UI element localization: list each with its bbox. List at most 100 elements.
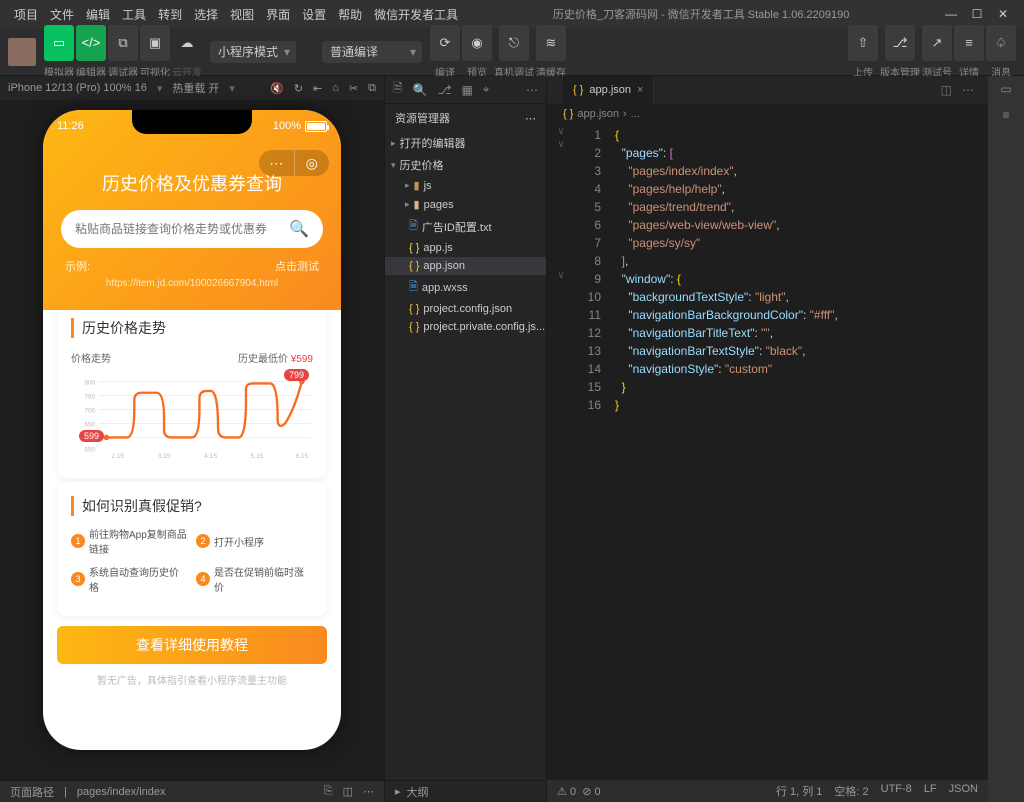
tree-file-projpriv[interactable]: { }project.private.config.js... — [385, 318, 546, 336]
encoding[interactable]: UTF-8 — [881, 783, 912, 799]
status-err-icon[interactable]: ⊘ — [582, 786, 591, 798]
search-input[interactable] — [75, 222, 289, 236]
breadcrumb[interactable]: { }app.json›... — [547, 104, 988, 124]
tree-root[interactable]: ▾历史价格 — [385, 154, 546, 176]
menu-edit[interactable]: 编辑 — [80, 6, 116, 23]
cut-icon[interactable]: ✂ — [349, 82, 358, 95]
search-panel-icon[interactable]: 🔍 — [413, 83, 428, 97]
explorer-more-icon[interactable]: ⋯ — [525, 112, 536, 125]
debugger-button[interactable]: ⧉ — [108, 25, 138, 61]
search-box[interactable]: 🔍 — [61, 210, 323, 248]
maximize-button[interactable]: ☐ — [964, 7, 990, 21]
compile-dropdown[interactable]: 普通编译 — [322, 41, 422, 63]
tree-file-ad[interactable]: 🗎广告ID配置.txt — [385, 214, 546, 239]
svg-text:5.15: 5.15 — [251, 453, 264, 460]
tree-file-appjson[interactable]: { }app.json — [385, 257, 546, 275]
test-account-button[interactable]: ↗ — [922, 25, 952, 61]
svg-text:800: 800 — [84, 379, 95, 386]
chart-legend: 价格走势 — [71, 350, 111, 365]
capsule-close-icon[interactable]: ◎ — [295, 150, 330, 176]
menu-help[interactable]: 帮助 — [332, 6, 368, 23]
ext-icon[interactable]: ▦ — [461, 83, 472, 97]
device-selector[interactable]: iPhone 12/13 (Pro) 100% 16 — [8, 82, 147, 94]
mute-icon[interactable]: 🔇 — [270, 82, 284, 95]
svg-text:4.15: 4.15 — [204, 453, 217, 460]
menu-project[interactable]: 项目 — [8, 6, 44, 23]
trend-card: 历史价格走势 价格走势 历史最低价 ¥599 599 799 — [57, 304, 327, 478]
menu-view[interactable]: 视图 — [224, 6, 260, 23]
phone-battery: 100% — [273, 120, 327, 132]
back-icon[interactable]: ⇤ — [313, 82, 322, 95]
tree-folder-js[interactable]: ▸▮js — [385, 176, 546, 195]
editor-tab-appjson[interactable]: { }app.json× — [563, 76, 654, 104]
outline-title[interactable]: 大纲 — [407, 784, 429, 800]
tab-close-icon[interactable]: × — [637, 84, 643, 96]
search-icon[interactable]: 🔍 — [289, 219, 309, 239]
tutorial-button[interactable]: 查看详细使用教程 — [57, 626, 327, 664]
rotate-icon[interactable]: ↻ — [294, 82, 303, 95]
remote-debug-button[interactable]: ⎋ — [499, 25, 529, 61]
page-path[interactable]: pages/index/index — [77, 786, 166, 798]
preview-button[interactable]: ◉ — [462, 25, 492, 61]
home-icon[interactable]: ⌂ — [332, 82, 339, 94]
git-icon[interactable]: ⎇ — [438, 83, 452, 97]
price-chart: 599 799 800750700650600550 2.153.154.155… — [71, 369, 313, 464]
simulator-panel: iPhone 12/13 (Pro) 100% 16 ▾ 热重载 开 ▾ 🔇 ↻… — [0, 76, 385, 802]
menu-tools[interactable]: 工具 — [116, 6, 152, 23]
tree-folder-pages[interactable]: ▸▮pages — [385, 195, 546, 214]
close-button[interactable]: ✕ — [990, 7, 1016, 21]
lang-mode[interactable]: JSON — [949, 783, 978, 799]
code-editor[interactable]: ∨∨ ∨ 12345678910111213141516 { "pages": … — [547, 124, 988, 780]
details-button[interactable]: ≡ — [954, 25, 984, 61]
menu-devtools[interactable]: 微信开发者工具 — [368, 6, 464, 23]
avatar[interactable] — [8, 38, 36, 66]
eol[interactable]: LF — [924, 783, 937, 799]
capsule-menu[interactable]: ⋯◎ — [259, 150, 329, 176]
explorer-icon[interactable]: 🗎 — [393, 79, 403, 100]
more-icon[interactable]: ⋯ — [363, 785, 374, 798]
menu-interface[interactable]: 界面 — [260, 6, 296, 23]
split-icon[interactable]: ◫ — [941, 83, 952, 97]
copy-icon[interactable]: ⎘ — [324, 785, 333, 798]
phone-time: 11:26 — [57, 120, 84, 132]
tree-file-projconf[interactable]: { }project.config.json — [385, 300, 546, 318]
tree-open-editors[interactable]: ▸打开的编辑器 — [385, 132, 546, 154]
test-link[interactable]: 点击测试 — [275, 258, 319, 274]
status-warn-icon[interactable]: ⚠ — [557, 786, 567, 798]
clear-cache-button[interactable]: ≋ — [536, 25, 566, 61]
menu-goto[interactable]: 转到 — [152, 6, 188, 23]
simulator-button[interactable]: ▭ — [44, 25, 74, 61]
version-button[interactable]: ⎇ — [885, 25, 915, 61]
right-tool-1-icon[interactable]: ▭ — [1000, 82, 1011, 96]
compile-button[interactable]: ⟳ — [430, 25, 460, 61]
scene-icon[interactable]: ◫ — [343, 785, 353, 798]
upload-button[interactable]: ⇧ — [848, 25, 878, 61]
visualizer-button[interactable]: ▣ — [140, 25, 170, 61]
notify-button[interactable]: ♤ — [986, 25, 1016, 61]
menu-file[interactable]: 文件 — [44, 6, 80, 23]
cloud-button[interactable]: ☁ — [172, 25, 202, 61]
minimize-button[interactable]: — — [938, 7, 964, 21]
menu-select[interactable]: 选择 — [188, 6, 224, 23]
bug-icon[interactable]: ⌖ — [483, 82, 490, 97]
hot-reload-toggle[interactable]: 热重载 开 — [172, 80, 219, 96]
ad-note: 暂无广告，具体指引查看小程序流量主功能 — [43, 672, 341, 687]
menu-settings[interactable]: 设置 — [296, 6, 332, 23]
float-icon[interactable]: ⧉ — [368, 82, 376, 95]
editor-button[interactable]: </> — [76, 25, 106, 61]
right-sidebar: ▭ ≡ — [988, 76, 1024, 802]
tab-more-icon[interactable]: ⋯ — [962, 83, 974, 97]
panel-more-icon[interactable]: ⋯ — [526, 83, 538, 97]
editor-statusbar: ⚠ 0 ⊘ 0 行 1, 列 1 空格: 2 UTF-8 LF JSON — [547, 780, 988, 802]
spaces[interactable]: 空格: 2 — [834, 783, 868, 799]
mode-dropdown[interactable]: 小程序模式 — [210, 41, 296, 63]
tree-file-appjs[interactable]: { }app.js — [385, 239, 546, 257]
right-tool-2-icon[interactable]: ≡ — [1002, 108, 1009, 122]
capsule-more-icon[interactable]: ⋯ — [259, 150, 295, 176]
cursor-position[interactable]: 行 1, 列 1 — [776, 783, 822, 799]
tree-file-appwxss[interactable]: 🗎app.wxss — [385, 275, 546, 300]
page-path-label: 页面路径 — [10, 784, 54, 800]
main-area: iPhone 12/13 (Pro) 100% 16 ▾ 热重载 开 ▾ 🔇 ↻… — [0, 76, 1024, 802]
svg-text:550: 550 — [84, 446, 95, 453]
window-title: 历史价格_刀客源码网 - 微信开发者工具 Stable 1.06.2209190 — [464, 6, 938, 22]
